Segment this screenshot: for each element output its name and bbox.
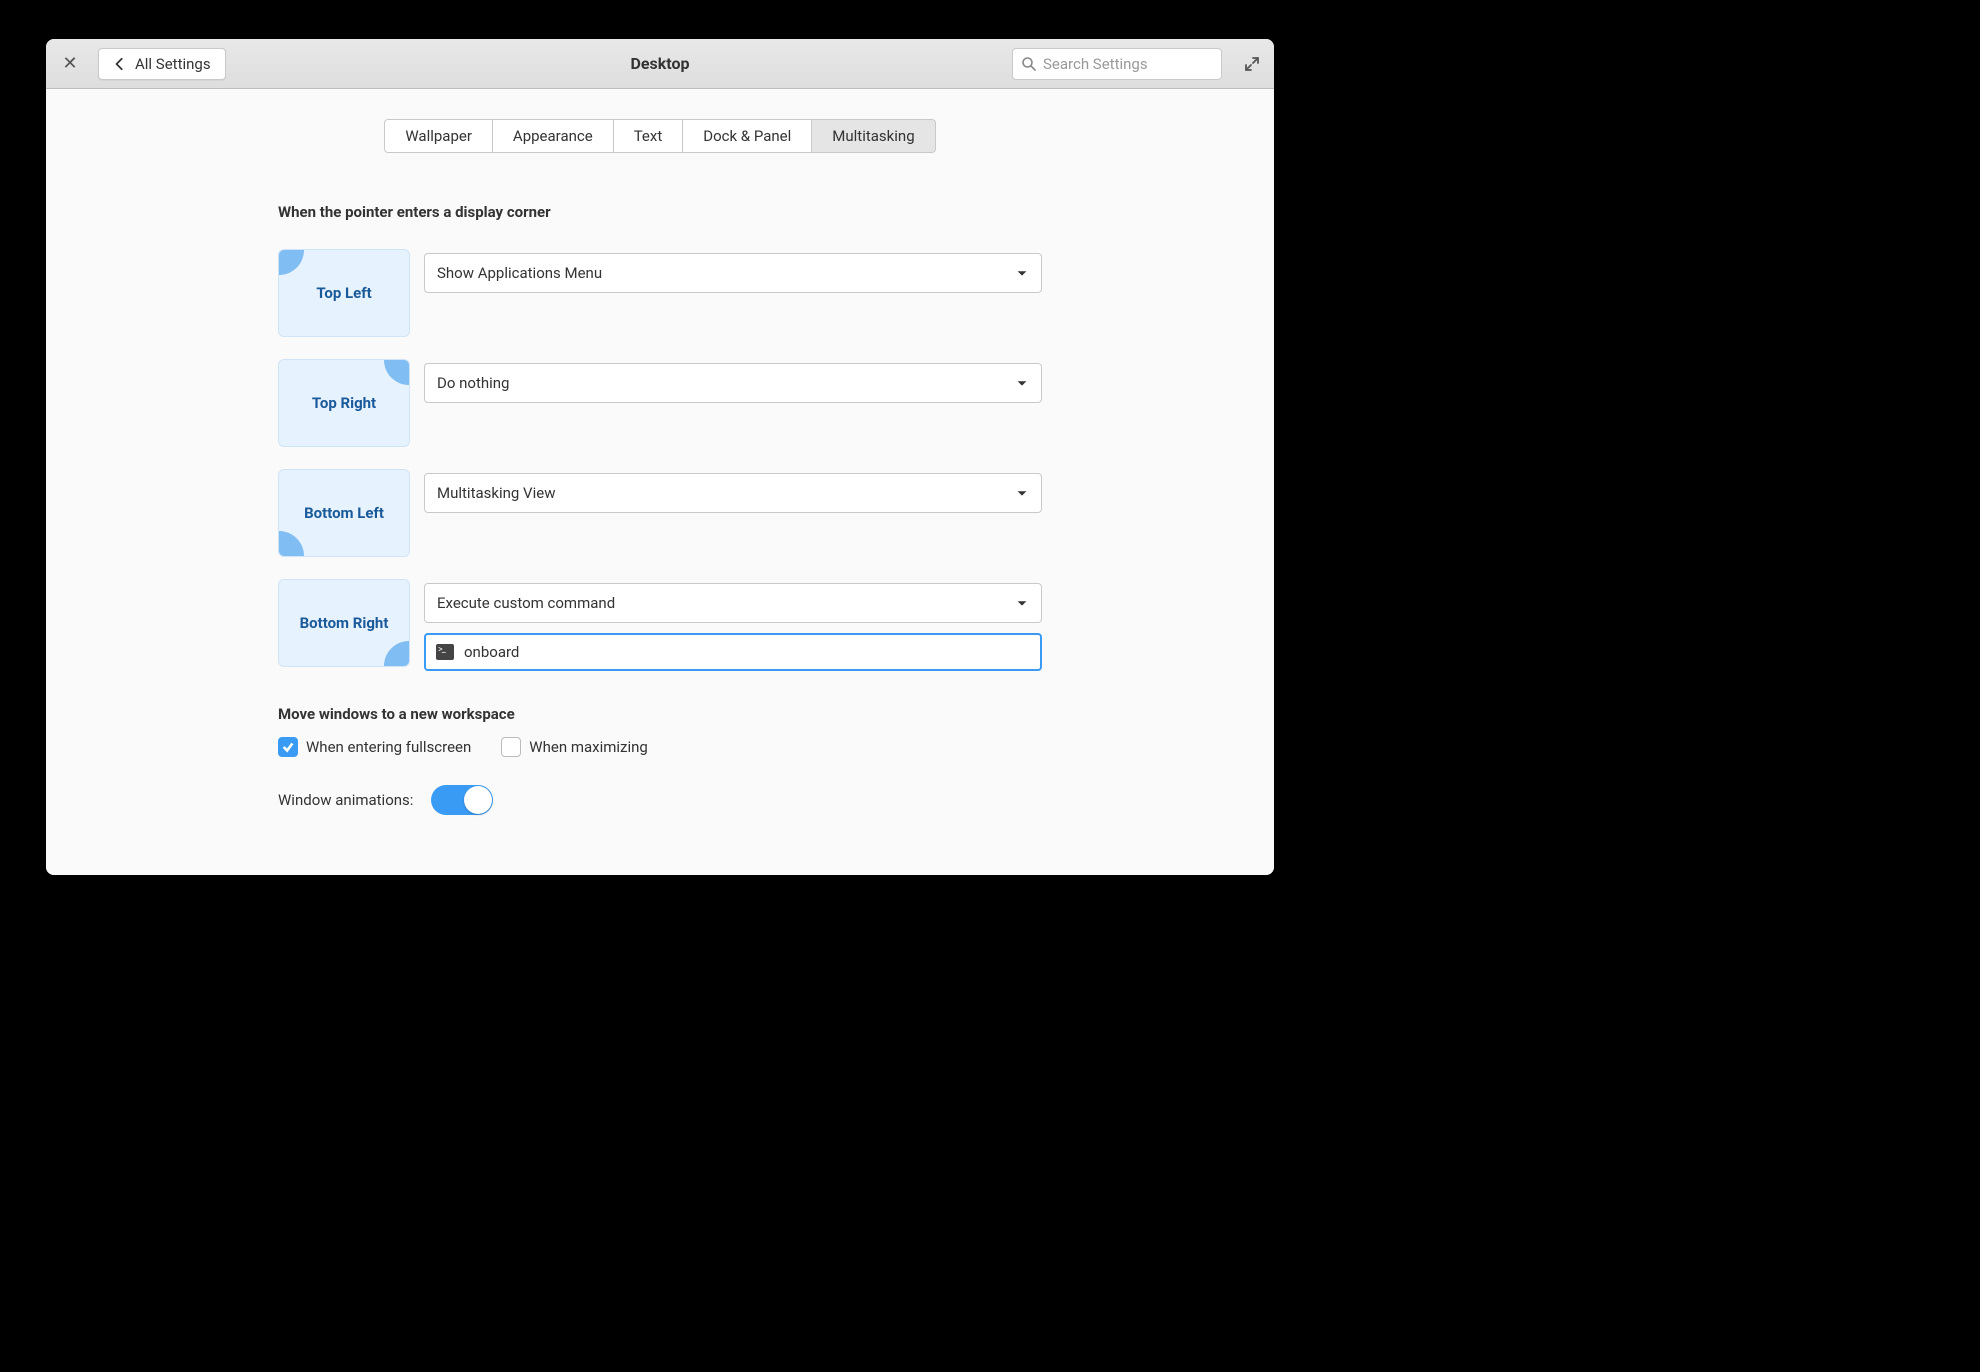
corner-controls-br: Execute custom command: [424, 579, 1042, 671]
corner-tile-tr: Top Right: [278, 359, 410, 447]
hotcorners-title: When the pointer enters a display corner: [278, 203, 1042, 221]
tab-dock-panel[interactable]: Dock & Panel: [682, 119, 812, 153]
workspace-title: Move windows to a new workspace: [278, 705, 1042, 723]
animations-toggle[interactable]: [431, 785, 493, 815]
maximize-icon[interactable]: [1242, 54, 1262, 74]
corner-tile-br: Bottom Right: [278, 579, 410, 667]
fullscreen-label: When entering fullscreen: [306, 738, 471, 756]
workspace-section: Move windows to a new workspace When ent…: [278, 705, 1042, 815]
select-value: Show Applications Menu: [437, 264, 602, 282]
hotcorners-section: When the pointer enters a display corner…: [278, 203, 1042, 671]
all-settings-button[interactable]: All Settings: [98, 48, 226, 80]
corner-label: Bottom Right: [300, 614, 389, 632]
corner-label: Bottom Left: [304, 504, 384, 522]
tab-text[interactable]: Text: [613, 119, 684, 153]
corner-row-br: Bottom Right Execute custom command: [278, 579, 1042, 671]
maximize-checkbox[interactable]: When maximizing: [501, 737, 648, 757]
corner-tile-bl: Bottom Left: [278, 469, 410, 557]
corner-row-bl: Bottom Left Multitasking View: [278, 469, 1042, 557]
corner-row-tr: Top Right Do nothing: [278, 359, 1042, 447]
chevron-down-icon: [1015, 596, 1029, 610]
corner-controls-bl: Multitasking View: [424, 469, 1042, 513]
maximize-label: When maximizing: [529, 738, 648, 756]
content: WallpaperAppearanceTextDock & PanelMulti…: [46, 89, 1274, 875]
select-value: Multitasking View: [437, 484, 555, 502]
corner-label: Top Left: [316, 284, 371, 302]
chevron-down-icon: [1015, 266, 1029, 280]
search-icon: [1021, 56, 1037, 72]
corner-action-select-bl[interactable]: Multitasking View: [424, 473, 1042, 513]
animations-label: Window animations:: [278, 791, 413, 809]
select-value: Do nothing: [437, 374, 509, 392]
settings-window: ✕ All Settings Desktop WallpaperAppearan…: [46, 39, 1274, 875]
search-field[interactable]: [1012, 48, 1222, 80]
corner-row-tl: Top Left Show Applications Menu: [278, 249, 1042, 337]
corner-command-input-br[interactable]: [424, 633, 1042, 671]
corner-indicator-icon: [278, 249, 304, 275]
titlebar-right: [1012, 48, 1262, 80]
corner-action-select-tr[interactable]: Do nothing: [424, 363, 1042, 403]
corner-action-select-br[interactable]: Execute custom command: [424, 583, 1042, 623]
page-title: Desktop: [630, 54, 689, 73]
corner-action-select-tl[interactable]: Show Applications Menu: [424, 253, 1042, 293]
tab-bar: WallpaperAppearanceTextDock & PanelMulti…: [46, 119, 1274, 153]
titlebar: ✕ All Settings Desktop: [46, 39, 1274, 89]
corner-label: Top Right: [312, 394, 376, 412]
command-text[interactable]: [464, 643, 1030, 661]
tab-wallpaper[interactable]: Wallpaper: [384, 119, 493, 153]
chevron-down-icon: [1015, 486, 1029, 500]
tab-multitasking[interactable]: Multitasking: [811, 119, 935, 153]
tab-appearance[interactable]: Appearance: [492, 119, 614, 153]
animations-row: Window animations:: [278, 785, 1042, 815]
arrow-left-icon: [113, 57, 127, 71]
corner-controls-tl: Show Applications Menu: [424, 249, 1042, 293]
corner-controls-tr: Do nothing: [424, 359, 1042, 403]
chevron-down-icon: [1015, 376, 1029, 390]
corner-tile-tl: Top Left: [278, 249, 410, 337]
select-value: Execute custom command: [437, 594, 615, 612]
search-input[interactable]: [1043, 55, 1213, 73]
fullscreen-checkbox[interactable]: When entering fullscreen: [278, 737, 471, 757]
back-label: All Settings: [135, 55, 211, 73]
close-icon[interactable]: ✕: [58, 52, 82, 76]
corner-indicator-icon: [278, 531, 304, 557]
terminal-icon: [436, 644, 454, 660]
corner-indicator-icon: [384, 359, 410, 385]
corner-indicator-icon: [384, 641, 410, 667]
workspace-checkboxes: When entering fullscreen When maximizing: [278, 737, 1042, 757]
